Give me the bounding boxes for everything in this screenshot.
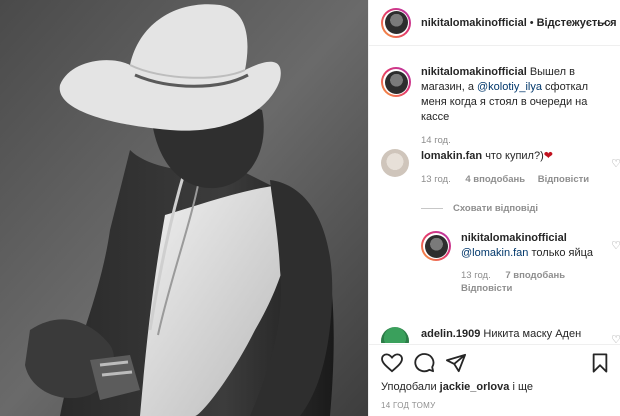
post-timestamp[interactable]: 14 ГОД ТОМУ xyxy=(381,401,436,410)
reply-item: nikitalomakinofficial @lomakin.fan тольк… xyxy=(421,231,601,295)
post-header: nikitalomakinofficial • Відстежується ··… xyxy=(369,0,620,46)
author-username[interactable]: nikitalomakinofficial xyxy=(421,17,527,29)
commenter-avatar[interactable] xyxy=(381,327,409,343)
liker-username[interactable]: jackie_orlova xyxy=(440,381,510,393)
comment-item: lomakin.fan что купил?)❤ 13 год. 4 вподо… xyxy=(381,149,613,187)
comment-username[interactable]: lomakin.fan xyxy=(421,150,482,162)
likes-summary: Уподобали jackie_orlova і ще xyxy=(381,381,533,393)
caption-mention[interactable]: @kolotiy_ilya xyxy=(477,81,542,93)
likes-suffix[interactable]: і ще xyxy=(512,381,533,393)
reply-mention[interactable]: @lomakin.fan xyxy=(461,247,528,259)
photo-man-in-cowboy-hat xyxy=(0,0,368,416)
caption-time[interactable]: 14 год. xyxy=(421,133,613,148)
likes-prefix: Уподобали xyxy=(381,381,437,393)
comment-text: что купил?) xyxy=(485,150,544,162)
commenter-avatar[interactable] xyxy=(381,149,409,177)
reply-likes[interactable]: 7 вподобань xyxy=(505,270,565,281)
author-avatar[interactable] xyxy=(381,7,411,38)
reply-reply-button[interactable]: Відповісти xyxy=(461,283,512,294)
more-options-icon[interactable]: ··· xyxy=(596,14,613,30)
like-reply-heart-icon[interactable]: ♡ xyxy=(611,239,620,252)
like-heart-icon[interactable] xyxy=(381,353,403,373)
post-caption: nikitalomakinofficial Вышел в магазин, а… xyxy=(381,65,613,148)
comments-list[interactable]: nikitalomakinofficial Вышел в магазин, а… xyxy=(369,47,620,343)
hide-replies-button[interactable]: Сховати відповіді xyxy=(421,203,538,214)
heart-emoji-icon: ❤ xyxy=(543,150,553,162)
reply-username[interactable]: nikitalomakinofficial xyxy=(461,232,567,244)
caption-avatar[interactable] xyxy=(381,67,411,97)
comment-item: adelin.1909 Никита маску Аден xyxy=(381,327,613,343)
reply-button[interactable]: Відповісти xyxy=(538,174,589,185)
post-actions: Уподобали jackie_orlova і ще 14 ГОД ТОМУ xyxy=(369,344,620,416)
post-photo[interactable] xyxy=(0,0,368,416)
reply-time[interactable]: 13 год. xyxy=(461,270,491,281)
share-icon[interactable] xyxy=(445,353,467,373)
like-comment-heart-icon[interactable]: ♡ xyxy=(611,333,620,343)
comment-time[interactable]: 13 год. xyxy=(421,174,451,185)
reply-text: только яйца xyxy=(531,247,594,259)
post-detail-panel: nikitalomakinofficial • Відстежується ··… xyxy=(368,0,620,416)
like-comment-heart-icon[interactable]: ♡ xyxy=(611,157,620,170)
save-bookmark-icon[interactable] xyxy=(591,353,609,373)
caption-username[interactable]: nikitalomakinofficial xyxy=(421,66,527,78)
comment-username[interactable]: adelin.1909 xyxy=(421,328,480,340)
reply-avatar[interactable] xyxy=(421,231,451,261)
comment-icon[interactable] xyxy=(413,353,435,373)
separator-dot: • xyxy=(529,16,534,29)
comment-likes[interactable]: 4 вподобань xyxy=(465,174,525,185)
comment-text: Никита маску Аден xyxy=(483,328,582,340)
